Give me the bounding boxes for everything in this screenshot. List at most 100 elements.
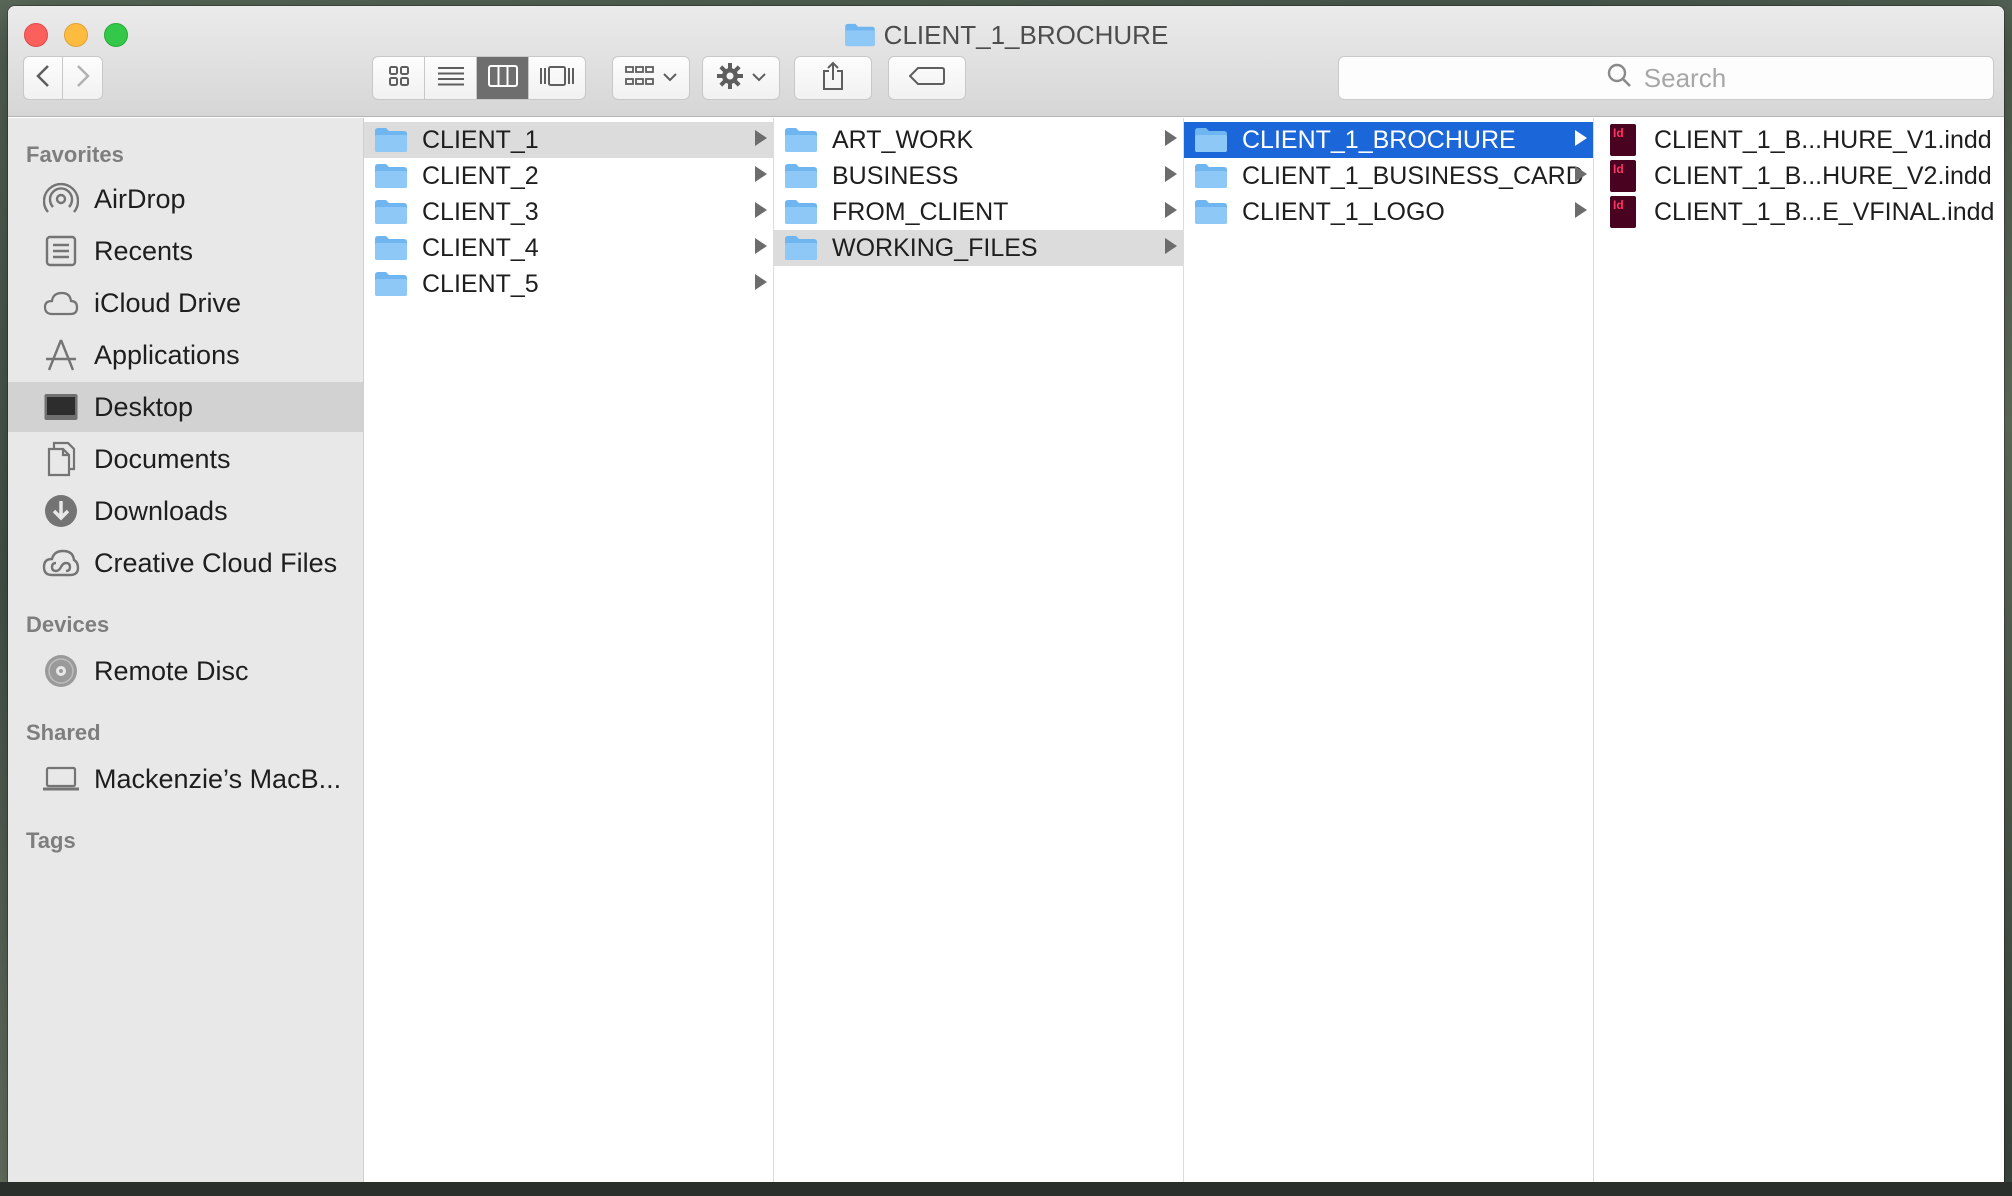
forward-button[interactable] xyxy=(63,57,102,99)
list-view-button[interactable] xyxy=(425,57,477,99)
tags-button[interactable] xyxy=(888,56,966,100)
recents-icon xyxy=(42,232,80,270)
browser-column-2: ART_WORK BUSINESS FROM_CLIENT WORKING_FI… xyxy=(774,118,1184,1188)
folder-icon xyxy=(375,128,407,152)
item-label: WORKING_FILES xyxy=(832,233,1038,262)
sidebar-item-label: Mackenzie’s MacB... xyxy=(94,763,342,794)
item-label: CLIENT_1 xyxy=(422,125,539,154)
list-item[interactable]: FROM_CLIENT xyxy=(774,194,1183,230)
browser-column-4: CLIENT_1_B...HURE_V1.indd CLIENT_1_B...H… xyxy=(1594,118,2004,1188)
indesign-file-icon xyxy=(1610,124,1636,156)
list-item[interactable]: CLIENT_1_B...E_VFINAL.indd xyxy=(1594,194,2004,230)
sidebar-item-icloud-drive[interactable]: iCloud Drive xyxy=(8,278,363,328)
applications-icon xyxy=(42,336,80,374)
cloud-icon xyxy=(42,284,80,322)
indesign-file-icon xyxy=(1610,196,1636,228)
disc-icon xyxy=(42,652,80,690)
disclosure-arrow-icon xyxy=(755,166,767,182)
folder-icon xyxy=(785,164,817,188)
creative-cloud-icon xyxy=(42,544,80,582)
list-item[interactable]: CLIENT_4 xyxy=(364,230,773,266)
folder-icon xyxy=(375,164,407,188)
titlebar: CLIENT_1_BROCHURE Search xyxy=(8,6,2004,117)
list-item[interactable]: CLIENT_1_BROCHURE xyxy=(1184,122,1593,158)
list-item[interactable]: CLIENT_3 xyxy=(364,194,773,230)
sidebar-item-downloads[interactable]: Downloads xyxy=(8,486,363,536)
sidebar-item-creative-cloud-files[interactable]: Creative Cloud Files xyxy=(8,538,363,588)
item-label: CLIENT_1_BUSINESS_CARD xyxy=(1242,161,1584,190)
list-item[interactable]: CLIENT_1_B...HURE_V1.indd xyxy=(1594,122,2004,158)
list-view-icon xyxy=(437,66,465,91)
search-field[interactable]: Search xyxy=(1338,56,1994,100)
share-button[interactable] xyxy=(794,56,872,100)
sidebar-item-label: Recents xyxy=(94,235,194,266)
item-label: CLIENT_1_B...HURE_V2.indd xyxy=(1654,161,1992,190)
sidebar-item-recents[interactable]: Recents xyxy=(8,226,363,276)
item-label: BUSINESS xyxy=(832,161,959,190)
airdrop-icon xyxy=(42,180,80,218)
gear-icon xyxy=(716,62,744,95)
list-item[interactable]: CLIENT_2 xyxy=(364,158,773,194)
disclosure-arrow-icon xyxy=(1165,130,1177,146)
disclosure-arrow-icon xyxy=(1575,202,1587,218)
item-label: FROM_CLIENT xyxy=(832,197,1009,226)
coverflow-view-button[interactable] xyxy=(529,57,585,99)
sidebar-item-applications[interactable]: Applications xyxy=(8,330,363,380)
item-label: ART_WORK xyxy=(832,125,974,154)
list-item[interactable]: WORKING_FILES xyxy=(774,230,1183,266)
disclosure-arrow-icon xyxy=(1165,202,1177,218)
item-label: CLIENT_3 xyxy=(422,197,539,226)
item-label: CLIENT_1_LOGO xyxy=(1242,197,1445,226)
folder-icon xyxy=(375,236,407,260)
disclosure-arrow-icon xyxy=(1575,166,1587,182)
sidebar-item-label: AirDrop xyxy=(94,183,186,214)
list-item[interactable]: ART_WORK xyxy=(774,122,1183,158)
back-button[interactable] xyxy=(24,57,64,99)
folder-icon xyxy=(844,23,876,54)
sidebar-item-label: Remote Disc xyxy=(94,655,249,686)
sidebar-item-remote-disc[interactable]: Remote Disc xyxy=(8,646,363,696)
disclosure-arrow-icon xyxy=(1165,238,1177,254)
folder-icon xyxy=(785,200,817,224)
tag-icon xyxy=(908,66,945,91)
search-icon xyxy=(1606,62,1632,95)
list-item[interactable]: BUSINESS xyxy=(774,158,1183,194)
list-item[interactable]: CLIENT_1_BUSINESS_CARD xyxy=(1184,158,1593,194)
sidebar-item-label: iCloud Drive xyxy=(94,287,242,318)
sidebar-item-label: Desktop xyxy=(94,391,194,422)
item-label: CLIENT_1_B...E_VFINAL.indd xyxy=(1654,197,1995,226)
folder-icon xyxy=(1195,200,1227,224)
downloads-icon xyxy=(42,492,80,530)
sidebar-item-desktop[interactable]: Desktop xyxy=(8,382,363,432)
folder-icon xyxy=(785,128,817,152)
sidebar-item-airdrop[interactable]: AirDrop xyxy=(8,174,363,224)
icon-view-icon xyxy=(388,65,410,92)
list-item[interactable]: CLIENT_1 xyxy=(364,122,773,158)
documents-icon xyxy=(42,440,80,478)
finder-window: CLIENT_1_BROCHURE Search Favorites AirDr… xyxy=(8,6,2004,1188)
sidebar-item-label: Applications xyxy=(94,339,240,370)
window-title-text: CLIENT_1_BROCHURE xyxy=(883,20,1169,50)
disclosure-arrow-icon xyxy=(755,238,767,254)
disclosure-arrow-icon xyxy=(755,202,767,218)
list-item[interactable]: CLIENT_1_B...HURE_V2.indd xyxy=(1594,158,2004,194)
item-label: CLIENT_1_B...HURE_V1.indd xyxy=(1654,125,1992,154)
group-by-button[interactable] xyxy=(612,56,690,100)
sidebar-item-documents[interactable]: Documents xyxy=(8,434,363,484)
column-view-button[interactable] xyxy=(477,57,529,99)
window-title: CLIENT_1_BROCHURE xyxy=(8,20,2004,54)
list-item[interactable]: CLIENT_1_LOGO xyxy=(1184,194,1593,230)
list-item[interactable]: CLIENT_5 xyxy=(364,266,773,302)
disclosure-arrow-icon xyxy=(755,130,767,146)
icon-view-button[interactable] xyxy=(373,57,425,99)
desktop-icon xyxy=(42,388,80,426)
action-menu-button[interactable] xyxy=(702,56,780,100)
chevron-right-icon xyxy=(76,64,90,93)
sidebar-item-shared-computer[interactable]: Mackenzie’s MacB... xyxy=(8,754,363,804)
item-label: CLIENT_1_BROCHURE xyxy=(1242,125,1516,154)
folder-icon xyxy=(375,200,407,224)
disclosure-arrow-icon xyxy=(1165,166,1177,182)
sidebar-section-tags: Tags xyxy=(26,828,76,853)
sidebar-item-label: Creative Cloud Files xyxy=(94,547,338,578)
chevron-down-icon xyxy=(663,69,677,87)
